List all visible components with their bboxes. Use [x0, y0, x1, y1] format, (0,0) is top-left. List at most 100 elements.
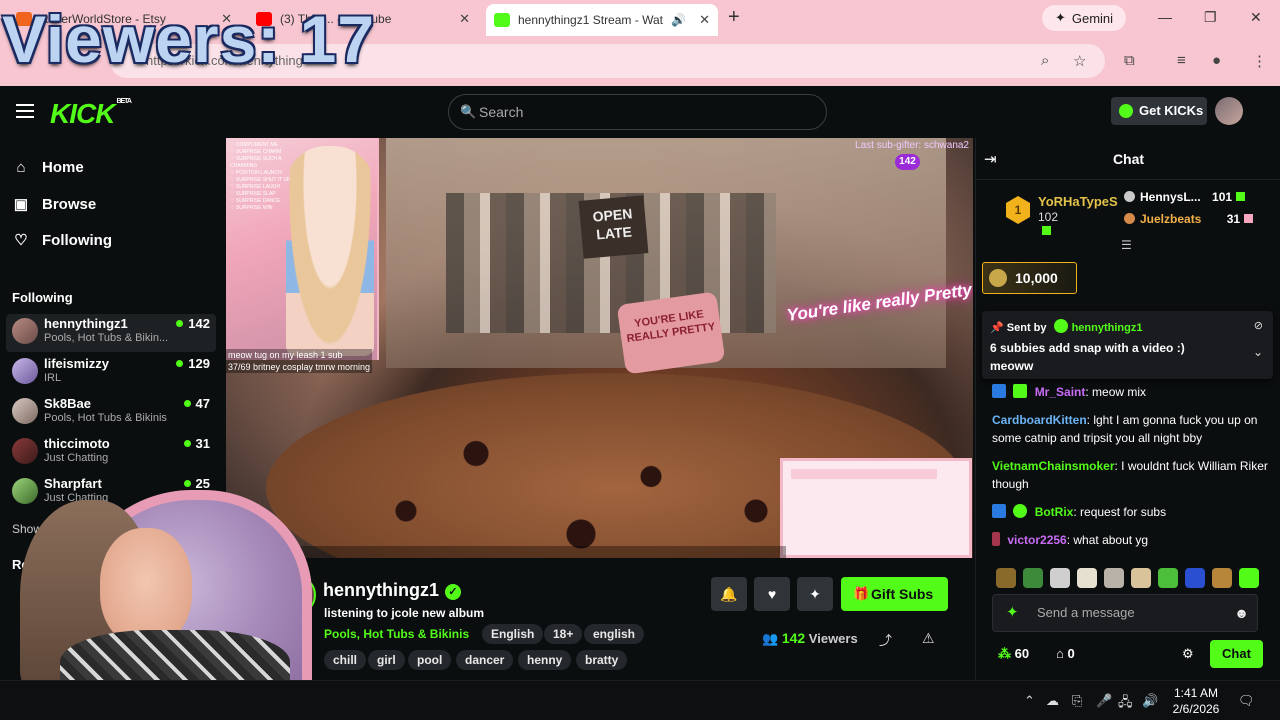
- mic-icon[interactable]: 🎤: [1096, 693, 1112, 709]
- chat-username[interactable]: Mr_Saint: [1035, 385, 1086, 399]
- emote-icon[interactable]: [1050, 568, 1070, 588]
- sidebar-item-browse[interactable]: ▣ Browse: [12, 195, 97, 214]
- emote-icon[interactable]: [1185, 568, 1205, 588]
- leader-score: 102: [1038, 210, 1058, 238]
- tab-kick[interactable]: hennythingz1 Stream - Wat 🔊 ✕: [486, 4, 718, 36]
- category-link[interactable]: Pools, Hot Tubs & Bikinis: [324, 627, 469, 641]
- expand-leaderboard-icon[interactable]: ☰: [1121, 238, 1132, 252]
- speaker-icon[interactable]: 🔊: [671, 13, 686, 27]
- emote-icon[interactable]: [1158, 568, 1178, 588]
- gift-subs-button[interactable]: 🎁 Gift Subs: [841, 577, 948, 611]
- kick-icon: [494, 13, 510, 27]
- gemini-button[interactable]: ✦ Gemini: [1042, 5, 1126, 31]
- goal-line-2: 37/69 britney cosplay tmrw morning: [228, 362, 371, 372]
- webcam-shirt: [60, 630, 290, 680]
- close-icon[interactable]: ✕: [699, 12, 710, 28]
- emote-icon[interactable]: [1212, 568, 1232, 588]
- user-avatar[interactable]: [1215, 97, 1243, 125]
- kick-logo[interactable]: KICK BETA: [50, 98, 132, 130]
- chat-message-input[interactable]: ✦ Send a message ☻: [992, 594, 1258, 632]
- followed-channel[interactable]: Sk8Bae Pools, Hot Tubs & Bikinis 47: [6, 394, 216, 432]
- gift-count[interactable]: ⌂ 0: [1056, 646, 1075, 661]
- tag[interactable]: english: [584, 624, 645, 644]
- chevron-down-icon[interactable]: ⌄: [1253, 345, 1263, 359]
- followed-channel[interactable]: thiccimoto Just Chatting 31: [6, 434, 216, 472]
- share-icon[interactable]: ⤴: [879, 630, 892, 649]
- silver-rank-icon: [1124, 191, 1135, 202]
- chat-settings-icon[interactable]: ⚙: [1182, 646, 1194, 662]
- close-window-icon[interactable]: ✕: [1250, 9, 1262, 26]
- notification-bell-button[interactable]: 🔔: [711, 577, 747, 611]
- emote-icon[interactable]: [996, 568, 1016, 588]
- channel-name: Sk8Bae: [44, 396, 91, 411]
- tag[interactable]: chill: [324, 650, 367, 670]
- gift-count-value: 0: [1067, 646, 1075, 661]
- nav-label: Browse: [42, 195, 97, 213]
- follow-button[interactable]: ♥: [754, 577, 790, 611]
- chat-username[interactable]: CardboardKitten: [992, 413, 1087, 427]
- minimize-icon[interactable]: —: [1158, 9, 1172, 25]
- close-icon[interactable]: ✕: [459, 11, 470, 27]
- notifications-icon[interactable]: 🗨: [1238, 693, 1255, 709]
- gift-box-icon: ⌂: [1056, 646, 1064, 661]
- star-icon[interactable]: ☆: [1073, 52, 1086, 70]
- emote-icon[interactable]: [1023, 568, 1043, 588]
- usb-icon[interactable]: ⎘: [1072, 693, 1082, 709]
- avatar: [12, 358, 38, 384]
- extensions-icon[interactable]: ⧉: [1124, 52, 1135, 69]
- chat-username[interactable]: victor2256: [1007, 533, 1066, 547]
- channel-points[interactable]: ⁂ 60: [998, 646, 1029, 662]
- search-icon: 🔍: [460, 104, 477, 119]
- profile-icon[interactable]: ●: [1212, 52, 1221, 69]
- network-icon[interactable]: 🖧: [1118, 693, 1133, 715]
- gift-leaderboard-third: Juelzbeats 31: [1124, 212, 1254, 226]
- media-icon[interactable]: ≡: [1177, 52, 1186, 69]
- cloud-icon[interactable]: ☁: [1046, 693, 1059, 709]
- zoom-icon[interactable]: ⌕: [1041, 52, 1049, 69]
- streamer-name[interactable]: hennythingz1 ✓: [323, 580, 461, 601]
- stream-title: listening to jcole new album: [324, 606, 485, 620]
- chevron-up-icon[interactable]: ⌃: [1024, 693, 1035, 709]
- chat-username[interactable]: BotRix: [1035, 505, 1074, 519]
- restore-icon[interactable]: ❐: [1204, 9, 1217, 26]
- menu-icon[interactable]: ⋮: [1252, 52, 1267, 70]
- volume-icon[interactable]: 🔊: [1142, 693, 1158, 709]
- tag[interactable]: 18+: [544, 624, 583, 644]
- hamburger-menu-icon[interactable]: [16, 104, 34, 122]
- emote-icon[interactable]: [1077, 568, 1097, 588]
- pin-icon: 📌: [990, 322, 1004, 334]
- sparkle-icon: ✦: [1054, 10, 1066, 25]
- emote-icon[interactable]: [1104, 568, 1124, 588]
- site-header: KICK BETA 🔍 Search Get KICKs: [0, 86, 1280, 138]
- new-tab-button[interactable]: +: [728, 6, 740, 29]
- hide-pin-icon[interactable]: ⊘: [1254, 319, 1263, 332]
- report-icon[interactable]: ⚠: [922, 630, 935, 647]
- taskbar-clock[interactable]: 1:41 AM 2/6/2026: [1166, 685, 1226, 717]
- sidebar-item-following[interactable]: ♡ Following: [12, 231, 112, 250]
- tag[interactable]: girl: [368, 650, 405, 670]
- chat-message: BotRix: request for subs: [992, 503, 1272, 521]
- pinned-message[interactable]: 📌 Sent by hennythingz1 ⊘ 6 subbies add s…: [982, 311, 1273, 379]
- search-input[interactable]: 🔍 Search: [448, 94, 827, 130]
- emote-icon[interactable]: [1239, 568, 1259, 588]
- chat-username[interactable]: VietnamChainsmoker: [992, 459, 1115, 473]
- tag[interactable]: English: [482, 624, 544, 644]
- emote-icon[interactable]: [1131, 568, 1151, 588]
- send-chat-button[interactable]: Chat: [1210, 640, 1263, 668]
- viewers-label: Viewers: [808, 631, 858, 646]
- get-kicks-button[interactable]: Get KICKs: [1111, 97, 1207, 125]
- moderator-badge-icon: [992, 384, 1006, 398]
- tag[interactable]: bratty: [576, 650, 628, 670]
- video-player[interactable]: OPEN LATE YOU'RE LIKE REALLY PRETTY You'…: [226, 138, 973, 558]
- followed-channel[interactable]: hennythingz1 Pools, Hot Tubs & Bikin... …: [6, 314, 216, 352]
- sidebar-item-home[interactable]: ⌂ Home: [12, 159, 83, 176]
- viewers-overlay-text: Viewers: 17: [2, 2, 376, 76]
- tag[interactable]: dancer: [456, 650, 514, 670]
- tag[interactable]: pool: [408, 650, 452, 670]
- channel-name: thiccimoto: [44, 436, 110, 451]
- sparkle-button[interactable]: ✦: [797, 577, 833, 611]
- emoji-picker-icon[interactable]: ☻: [1234, 595, 1249, 631]
- tag[interactable]: henny: [518, 650, 572, 670]
- followed-channel[interactable]: lifeismizzy IRL 129: [6, 354, 216, 392]
- kicks-combo-pill[interactable]: 10,000: [982, 262, 1077, 294]
